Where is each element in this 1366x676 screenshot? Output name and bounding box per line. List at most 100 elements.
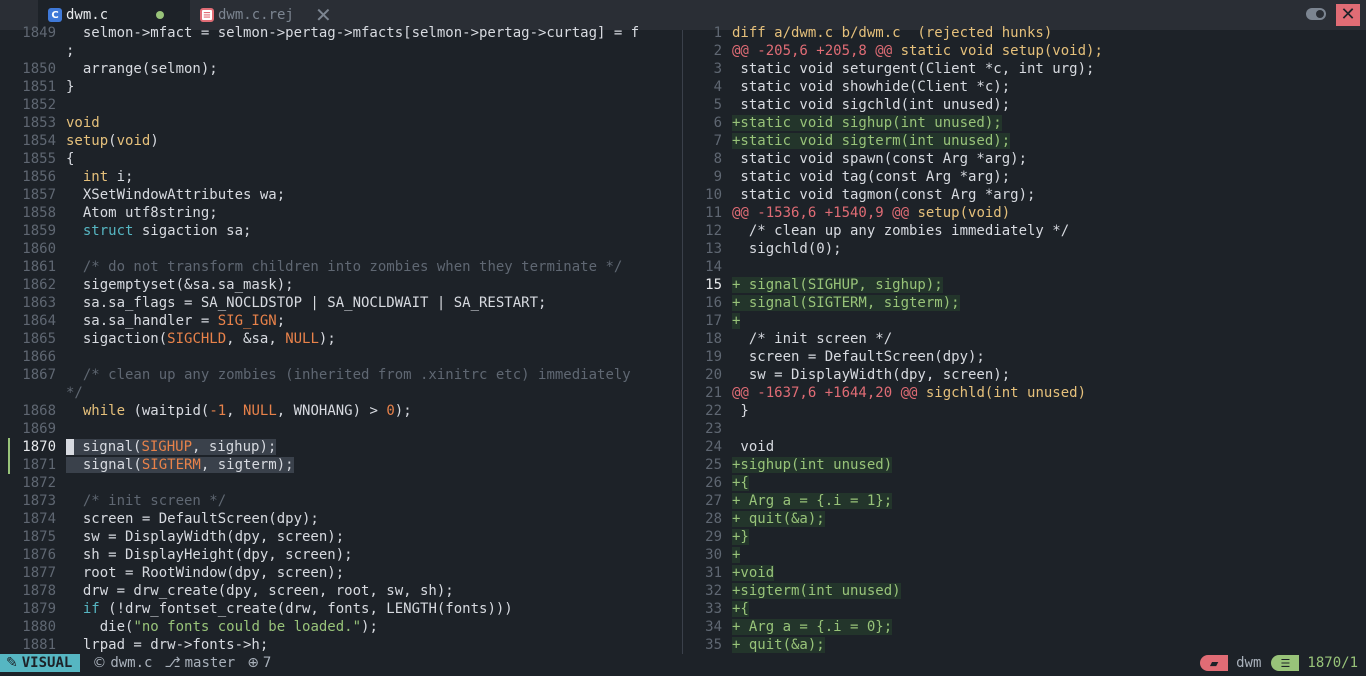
code-text: + quit(&a);	[732, 511, 825, 527]
code-line[interactable]: 25 +sighup(int unused)	[684, 456, 1366, 474]
code-text: /* clean up any zombies (inherited from …	[82, 367, 631, 383]
code-line[interactable]: 31 +void	[684, 564, 1366, 582]
code-line[interactable]: 1858 Atom utf8string;	[0, 204, 682, 222]
code-line[interactable]: 33 +{	[684, 600, 1366, 618]
code-line[interactable]: 1877 root = RootWindow(dpy, screen);	[0, 564, 682, 582]
code-line[interactable]: 16 + signal(SIGTERM, sigterm);	[684, 294, 1366, 312]
toggle-icon[interactable]	[1306, 8, 1326, 20]
code-line[interactable]: 2 @@ -205,6 +205,8 @@ static void setup(v…	[684, 42, 1366, 60]
code-line[interactable]: 1 diff a/dwm.c b/dwm.c (rejected hunks)	[684, 24, 1366, 42]
code-line[interactable]: 8 static void spawn(const Arg *arg);	[684, 150, 1366, 168]
close-tab-icon[interactable]: ✕	[315, 5, 332, 25]
code-line[interactable]: 5 static void sigchld(int unused);	[684, 96, 1366, 114]
code-line[interactable]: 22 }	[684, 402, 1366, 420]
code-line[interactable]: 12 /* clean up any zombies immediately *…	[684, 222, 1366, 240]
code-line[interactable]: 1865 sigaction(SIGCHLD, &sa, NULL);	[0, 330, 682, 348]
code-line[interactable]: 1873 /* init screen */	[0, 492, 682, 510]
code-line[interactable]: 1854 setup(void)	[0, 132, 682, 150]
git-change-marker	[8, 438, 10, 456]
code-line[interactable]: 18 /* init screen */	[684, 330, 1366, 348]
code-line[interactable]: 26 +{	[684, 474, 1366, 492]
code-text: signal(SIGTERM, sigterm);	[66, 457, 294, 473]
command-line[interactable]	[0, 672, 1366, 676]
code-line[interactable]: 32 +sigterm(int unused)	[684, 582, 1366, 600]
code-text: root = RootWindow(dpy, screen);	[66, 565, 345, 581]
code-line[interactable]: 3 static void seturgent(Client *c, int u…	[684, 60, 1366, 78]
code-line[interactable]: 1851}	[0, 78, 682, 96]
code-line[interactable]: 24 void	[684, 438, 1366, 456]
line-number: 1862	[22, 277, 56, 293]
code-text: sw = DisplayWidth(dpy, screen);	[732, 367, 1011, 383]
code-line[interactable]: 19 screen = DefaultScreen(dpy);	[684, 348, 1366, 366]
code-line[interactable]: 4 static void showhide(Client *c);	[684, 78, 1366, 96]
code-line[interactable]: 1849 selmon->mfact = selmon->pertag->mfa…	[0, 24, 682, 42]
code-line[interactable]: 1874 screen = DefaultScreen(dpy);	[0, 510, 682, 528]
code-line[interactable]: 28 + quit(&a);	[684, 510, 1366, 528]
code-line[interactable]: 1853 void	[0, 114, 682, 132]
code-line[interactable]: 13 sigchld(0);	[684, 240, 1366, 258]
code-line[interactable]: 17 +	[684, 312, 1366, 330]
line-number: 15	[705, 277, 722, 293]
code-line[interactable]: 1850 arrange(selmon);	[0, 60, 682, 78]
code-text: static void tagmon(const Arg *arg);	[732, 187, 1036, 203]
code-line[interactable]: 1869	[0, 420, 682, 438]
code-line[interactable]: 1855 {	[0, 150, 682, 168]
line-number: 31	[705, 565, 722, 581]
close-window-button[interactable]: ✕	[1336, 4, 1360, 26]
code-line[interactable]: 23	[684, 420, 1366, 438]
editor-pane-left[interactable]: 1849 selmon->mfact = selmon->pertag->mfa…	[0, 24, 682, 654]
code-line[interactable]: 1880 die("no fonts could be loaded.");	[0, 618, 682, 636]
status-branch[interactable]: ⎇ master	[164, 655, 235, 671]
line-number: 1872	[22, 475, 56, 491]
code-line[interactable]: 1867 /* clean up any zombies (inherited …	[0, 366, 682, 384]
code-line[interactable]: 34 + Arg a = {.i = 0};	[684, 618, 1366, 636]
code-text: void	[66, 115, 100, 131]
code-line[interactable]: 1881 lrpad = drw->fonts->h;	[0, 636, 682, 654]
line-number: 29	[705, 529, 722, 545]
code-line[interactable]: 1878 drw = drw_create(dpy, screen, root,…	[0, 582, 682, 600]
code-text: struct sigaction sa;	[82, 223, 252, 239]
code-line[interactable]: 1863 sa.sa_flags = SA_NOCLDSTOP | SA_NOC…	[0, 294, 682, 312]
code-line[interactable]: 1868 while (waitpid(-1, NULL, WNOHANG) >…	[0, 402, 682, 420]
code-line[interactable]: 6 +static void sighup(int unused);	[684, 114, 1366, 132]
editor-pane-right[interactable]: 1 diff a/dwm.c b/dwm.c (rejected hunks) 2 @…	[684, 24, 1366, 654]
line-number: 1856	[22, 169, 56, 185]
code-line[interactable]: 1857 XSetWindowAttributes wa;	[0, 186, 682, 204]
code-line[interactable]: 1879 if (!drw_fontset_create(drw, fonts,…	[0, 600, 682, 618]
code-line[interactable]: 1856 int i;	[0, 168, 682, 186]
code-line[interactable]: 30 +	[684, 546, 1366, 564]
code-line[interactable]: 1875 sw = DisplayWidth(dpy, screen);	[0, 528, 682, 546]
code-line[interactable]: 35 + quit(&a);	[684, 636, 1366, 654]
code-line[interactable]: 15 + signal(SIGHUP, sighup);	[684, 276, 1366, 294]
code-line[interactable]: 1876 sh = DisplayHeight(dpy, screen);	[0, 546, 682, 564]
line-number: 18	[705, 331, 722, 347]
code-line[interactable]: 1872	[0, 474, 682, 492]
pane-divider[interactable]	[682, 30, 683, 654]
code-line[interactable]: ;	[0, 42, 682, 60]
code-line[interactable]: 29 +}	[684, 528, 1366, 546]
code-line[interactable]: 27 + Arg a = {.i = 1};	[684, 492, 1366, 510]
code-line[interactable]: 1852	[0, 96, 682, 114]
line-number: 1873	[22, 493, 56, 509]
code-line[interactable]: 1871 signal(SIGTERM, sigterm);	[0, 456, 682, 474]
code-line[interactable]: */	[0, 384, 682, 402]
code-line[interactable]: 11 @@ -1536,6 +1540,9 @@ setup(void)	[684, 204, 1366, 222]
line-number: 21	[705, 385, 722, 401]
code-text: +}	[732, 529, 749, 545]
code-line[interactable]: 1864 sa.sa_handler = SIG_IGN;	[0, 312, 682, 330]
code-line[interactable]: 1870 signal(SIGHUP, sighup);	[0, 438, 682, 456]
code-line[interactable]: 1861 /* do not transform children into z…	[0, 258, 682, 276]
code-line[interactable]: 1862 sigemptyset(&sa.sa_mask);	[0, 276, 682, 294]
code-line[interactable]: 10 static void tagmon(const Arg *arg);	[684, 186, 1366, 204]
code-text: +	[732, 313, 741, 329]
line-number: 1	[713, 25, 722, 41]
code-line[interactable]: 1859 struct sigaction sa;	[0, 222, 682, 240]
code-line[interactable]: 7 +static void sigterm(int unused);	[684, 132, 1366, 150]
code-text: @@ -1637,6 +1644,20 @@ sigchld(int unuse…	[732, 385, 1087, 401]
code-line[interactable]: 9 static void tag(const Arg *arg);	[684, 168, 1366, 186]
code-line[interactable]: 21 @@ -1637,6 +1644,20 @@ sigchld(int unu…	[684, 384, 1366, 402]
code-line[interactable]: 1860	[0, 240, 682, 258]
code-line[interactable]: 14	[684, 258, 1366, 276]
code-line[interactable]: 1866	[0, 348, 682, 366]
code-line[interactable]: 20 sw = DisplayWidth(dpy, screen);	[684, 366, 1366, 384]
